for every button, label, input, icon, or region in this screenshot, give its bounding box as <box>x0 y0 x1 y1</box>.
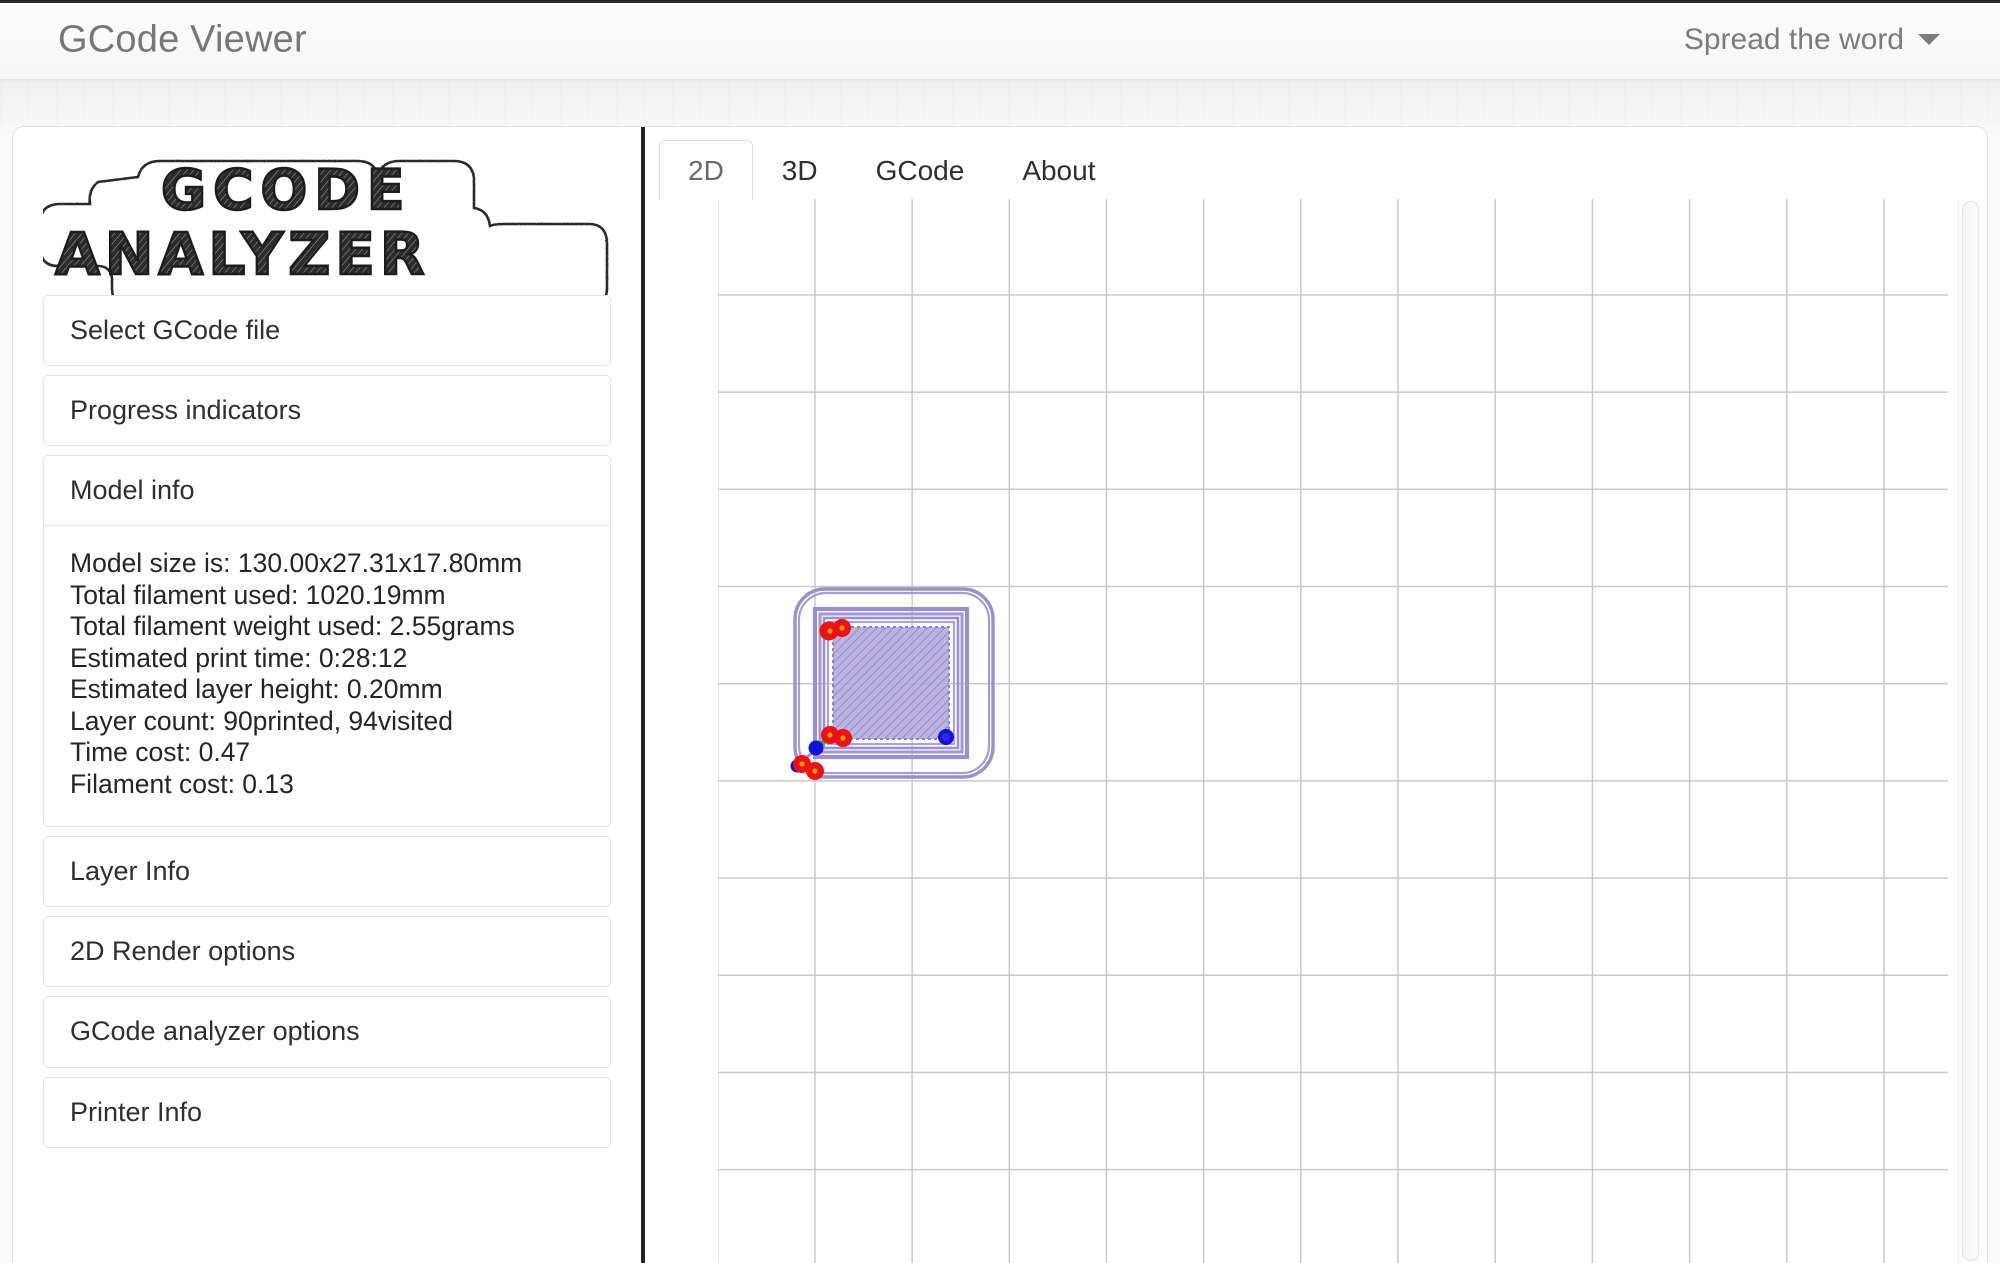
svg-text:ANALYZER: ANALYZER <box>55 220 430 288</box>
sidebar-panel-label[interactable]: Select GCode file <box>44 296 610 365</box>
sidebar-panel-label[interactable]: Progress indicators <box>44 376 610 445</box>
model-info-line: Layer count: 90printed, 94visited <box>70 705 454 736</box>
spread-the-word-label: Spread the word <box>1683 22 1904 56</box>
sidebar-panel-label[interactable]: Layer Info <box>44 837 610 906</box>
sidebar-panel-label[interactable]: Printer Info <box>44 1078 610 1147</box>
sidebar-panel-select-gcode-file[interactable]: Select GCode file <box>43 295 611 367</box>
svg-text:GCODE: GCODE <box>161 158 412 222</box>
sidebar-panel-model-info[interactable]: Model info Model size is: 130.00x27.31x1… <box>43 455 611 828</box>
tab-about[interactable]: About <box>993 140 1124 200</box>
model-info-line: Filament cost: 0.13 <box>70 768 294 799</box>
scrollbar-thumb[interactable] <box>1962 201 1979 1261</box>
sidebar-panel-gcode-analyzer-options[interactable]: GCode analyzer options <box>43 996 611 1068</box>
main-content: 2D 3D GCode About <box>649 127 1987 1263</box>
sidebar-panel-2d-render-options[interactable]: 2D Render options <box>43 916 611 988</box>
sidebar-panel-printer-info[interactable]: Printer Info <box>43 1076 611 1148</box>
gcode-model-render <box>789 579 1029 819</box>
spread-the-word-dropdown[interactable]: Spread the word <box>1684 23 1940 57</box>
sidebar-panel-progress-indicators[interactable]: Progress indicators <box>43 375 611 447</box>
app-brand-title[interactable]: GCode Viewer <box>58 18 307 61</box>
model-info-line: Estimated layer height: 0.20mm <box>70 674 443 705</box>
sidebar-panel-label[interactable]: Model info <box>44 456 610 525</box>
model-info-body: Model size is: 130.00x27.31x17.80mm Tota… <box>44 526 610 826</box>
view-tabs: 2D 3D GCode About <box>649 127 1987 200</box>
sidebar-panel-label[interactable]: GCode analyzer options <box>44 997 610 1066</box>
tab-2d[interactable]: 2D <box>659 140 753 200</box>
model-info-line: Model size is: 130.00x27.31x17.80mm <box>70 548 523 579</box>
tab-gcode[interactable]: GCode <box>847 140 994 200</box>
tab-3d[interactable]: 3D <box>753 140 847 200</box>
model-info-line: Time cost: 0.47 <box>70 737 251 768</box>
app-main-card: GCODE ANALYZER Select GCode file Progres… <box>12 126 1988 1263</box>
top-navbar: GCode Viewer Spread the word <box>0 0 2000 80</box>
model-info-line: Total filament weight used: 2.55grams <box>70 611 515 642</box>
gcode-analyzer-logo: GCODE ANALYZER <box>43 147 619 295</box>
sidebar-panel-label[interactable]: 2D Render options <box>44 917 610 986</box>
model-info-line: Total filament used: 1020.19mm <box>70 579 446 610</box>
canvas-vertical-scrollbar[interactable] <box>1958 200 1980 1263</box>
chevron-down-icon <box>1918 34 1940 45</box>
gcode-2d-canvas[interactable] <box>649 199 1987 1263</box>
sidebar: GCODE ANALYZER Select GCode file Progres… <box>13 127 645 1263</box>
sidebar-panel-layer-info[interactable]: Layer Info <box>43 836 611 908</box>
model-info-line: Estimated print time: 0:28:12 <box>70 642 408 673</box>
